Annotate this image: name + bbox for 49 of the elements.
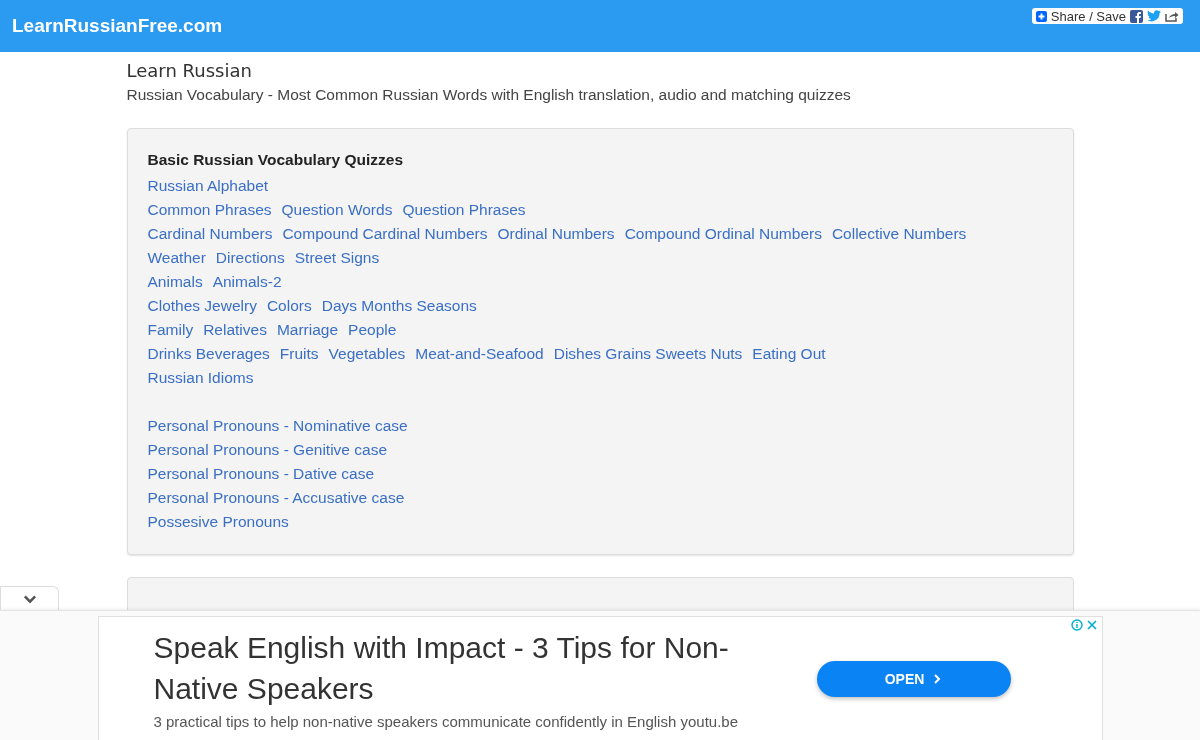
quiz-link[interactable]: Days Months Seasons (321, 294, 477, 318)
quiz-link[interactable]: Compound Ordinal Numbers (624, 222, 822, 246)
forward-icon (1165, 10, 1179, 22)
quiz-link[interactable]: Clothes Jewelry (147, 294, 257, 318)
close-icon[interactable] (1085, 619, 1098, 631)
open-button[interactable]: OPEN (816, 660, 1011, 697)
quiz-link[interactable]: Common Phrases (147, 198, 272, 222)
quiz-link[interactable]: Personal Pronouns - Accusative case (147, 486, 405, 510)
quiz-link[interactable]: Ordinal Numbers (497, 222, 615, 246)
quiz-link[interactable]: Question Words (281, 198, 393, 222)
quiz-link[interactable]: Relatives (203, 318, 267, 342)
quiz-link[interactable]: Street Signs (294, 246, 380, 270)
quiz-link[interactable]: Compound Cardinal Numbers (282, 222, 488, 246)
quiz-link[interactable]: Collective Numbers (831, 222, 967, 246)
page-title: Learn Russian (126, 60, 253, 82)
quiz-link[interactable]: Directions (215, 246, 285, 270)
quiz-link[interactable]: Personal Pronouns - Dative case (147, 462, 375, 486)
quiz-link[interactable]: Question Phrases (402, 198, 526, 222)
quiz-link[interactable]: Russian Idioms (147, 366, 254, 390)
quiz-link[interactable]: Russian Alphabet (147, 174, 269, 198)
quiz-link[interactable]: Cardinal Numbers (147, 222, 273, 246)
quiz-link[interactable]: People (348, 318, 397, 342)
ad-headline: Speak English with Impact - 3 Tips for Non-Native Speakers (153, 630, 730, 707)
site-logo[interactable]: LearnRussianFree.com (12, 15, 223, 37)
share-button[interactable]: Share / Save (1031, 8, 1183, 24)
quiz-link[interactable]: Marriage (276, 318, 339, 342)
plus-icon (1035, 10, 1047, 22)
quiz-link[interactable]: Personal Pronouns - Nominative case (147, 414, 408, 438)
bird-icon (1147, 10, 1161, 22)
quiz-link[interactable]: Fruits (279, 342, 319, 366)
quiz-link[interactable]: Possesive Pronouns (147, 510, 289, 534)
info-icon[interactable] (1070, 619, 1083, 631)
quiz-link[interactable]: Colors (266, 294, 312, 318)
quiz-link[interactable]: Family (147, 318, 194, 342)
quiz-link[interactable]: Eating Out (752, 342, 826, 366)
quiz-link[interactable]: Drinks Beverages (147, 342, 270, 366)
quiz-link[interactable]: Meat-and-Seafood (415, 342, 544, 366)
card-title: Basic Russian Vocabulary Quizzes (147, 150, 405, 170)
page-subtitle: Russian Vocabulary - Most Common Russian Words with English translation, audio and matching quizzes (126, 86, 852, 104)
ad-description: 3 practical tips to help non-native speakers communicate confidently in English youtu.be (153, 713, 739, 730)
chevron-right-icon (932, 673, 943, 684)
quiz-link[interactable]: Dishes Grains Sweets Nuts (553, 342, 743, 366)
facebook-icon (1130, 9, 1143, 23)
collapse-tab[interactable] (0, 586, 59, 611)
quiz-link[interactable]: Vegetables (328, 342, 406, 366)
quiz-link[interactable]: Weather (147, 246, 206, 270)
quiz-link[interactable]: Animals (147, 270, 203, 294)
quiz-link[interactable]: Personal Pronouns - Genitive case (147, 438, 388, 462)
quiz-link[interactable]: Animals-2 (212, 270, 282, 294)
